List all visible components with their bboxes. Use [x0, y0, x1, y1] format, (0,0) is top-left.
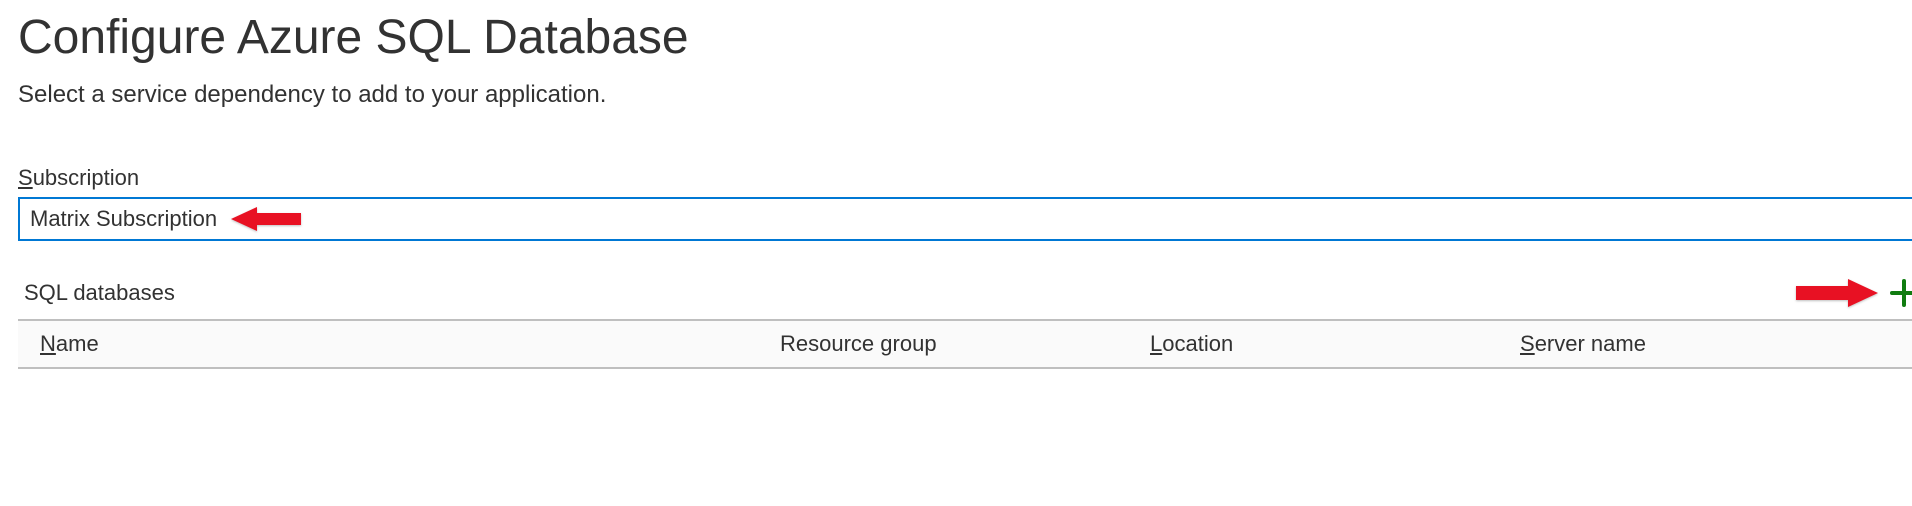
- page-title: Configure Azure SQL Database: [18, 10, 1894, 65]
- table-header-row: Name Resource group Location Server name: [18, 321, 1912, 367]
- column-header-server-name[interactable]: Server name: [1520, 331, 1912, 357]
- annotation-arrow-right-icon: [1796, 277, 1878, 309]
- subscription-label: Subscription: [18, 165, 1894, 191]
- add-database-button[interactable]: [1890, 279, 1912, 307]
- annotation-arrow-left-icon: [231, 205, 301, 233]
- column-header-location[interactable]: Location: [1150, 331, 1520, 357]
- column-header-name[interactable]: Name: [40, 331, 780, 357]
- page-subtitle: Select a service dependency to add to yo…: [18, 81, 1894, 109]
- sql-databases-label: SQL databases: [18, 280, 175, 306]
- subscription-dropdown[interactable]: Matrix Subscription: [18, 197, 1912, 241]
- column-header-resource-group[interactable]: Resource group: [780, 331, 1150, 357]
- subscription-dropdown-value: Matrix Subscription: [30, 206, 217, 232]
- plus-icon: [1890, 279, 1912, 307]
- sql-databases-table: Name Resource group Location Server name: [18, 319, 1912, 369]
